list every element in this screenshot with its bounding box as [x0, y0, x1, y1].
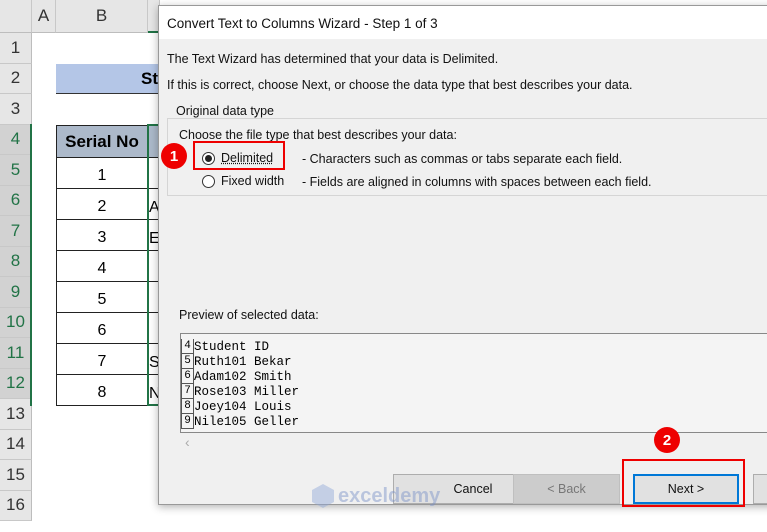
row-header-8[interactable]: 8	[0, 246, 32, 277]
step-badge-2: 2	[654, 427, 680, 453]
serial-cell[interactable]: 3	[56, 220, 148, 251]
preview-row-number: 5	[181, 354, 194, 369]
logo-icon	[312, 484, 334, 508]
row-header-15[interactable]: 15	[0, 460, 32, 491]
preview-row-text: Rose103 Miller	[194, 384, 300, 399]
preview-row: 5 Ruth101 Bekar	[181, 354, 767, 369]
preview-row: 9 Nile105 Geller	[181, 414, 767, 429]
preview-label: Preview of selected data:	[179, 308, 319, 322]
preview-row-number: 7	[181, 384, 194, 399]
row-header-9[interactable]: 9	[0, 277, 32, 308]
preview-row-number: 4	[181, 339, 194, 354]
serial-cell[interactable]: 6	[56, 313, 148, 344]
row-header-11[interactable]: 11	[0, 338, 32, 369]
intro-instruction: If this is correct, choose Next, or choo…	[167, 78, 633, 92]
preview-row: 7 Rose103 Miller	[181, 384, 767, 399]
highlight-next	[622, 459, 745, 507]
back-button[interactable]: < Back	[513, 474, 620, 504]
row-header-16[interactable]: 16	[0, 490, 32, 521]
preview-row-number: 8	[181, 399, 194, 414]
serial-no-header[interactable]: Serial No	[56, 125, 148, 158]
row-header-4[interactable]: 4	[0, 124, 32, 155]
serial-cell[interactable]: 8	[56, 375, 148, 406]
finish-button[interactable]	[753, 474, 767, 504]
row-header-12[interactable]: 12	[0, 368, 32, 399]
serial-cell[interactable]: 4	[56, 251, 148, 282]
row-header-7[interactable]: 7	[0, 216, 32, 247]
preview-row: 8 Joey104 Louis	[181, 399, 767, 414]
dialog-title: Convert Text to Columns Wizard - Step 1 …	[167, 16, 438, 31]
exceldemy-watermark: exceldemy	[312, 484, 440, 508]
serial-cell[interactable]: 2	[56, 189, 148, 220]
preview-row: 4 Student ID	[181, 339, 767, 354]
row-header-10[interactable]: 10	[0, 307, 32, 338]
highlight-delimited	[193, 141, 285, 170]
column-header-b[interactable]: B	[56, 0, 148, 33]
column-header-a[interactable]: A	[32, 0, 56, 33]
row-header-2[interactable]: 2	[0, 63, 32, 94]
table-title-cell[interactable]: St	[56, 64, 158, 94]
row-header-1[interactable]: 1	[0, 33, 32, 64]
preview-row-text: Ruth101 Bekar	[194, 354, 292, 369]
row-header-13[interactable]: 13	[0, 399, 32, 430]
row-header-3[interactable]: 3	[0, 94, 32, 125]
group-label: Original data type	[173, 104, 277, 118]
preview-box[interactable]: 4 Student ID 5 Ruth101 Bekar 6 Adam102 Smith 7…	[180, 333, 767, 433]
select-all-corner[interactable]	[0, 0, 32, 33]
radio-fixed-width[interactable]: Fixed width	[202, 174, 284, 188]
preview-row: 6 Adam102 Smith	[181, 369, 767, 384]
row-header-14[interactable]: 14	[0, 429, 32, 460]
preview-row-text: Joey104 Louis	[194, 399, 292, 414]
delimited-desc: - Characters such as commas or tabs sepa…	[302, 152, 623, 166]
preview-row-number: 9	[181, 414, 194, 429]
serial-cell[interactable]: 1	[56, 158, 148, 189]
radio-unchecked-icon[interactable]	[202, 174, 215, 188]
serial-cell[interactable]: 7	[56, 344, 148, 375]
row-header-6[interactable]: 6	[0, 185, 32, 216]
preview-row-text: Student ID	[194, 339, 270, 354]
preview-row-text: Nile105 Geller	[194, 414, 300, 429]
row-header-5[interactable]: 5	[0, 155, 32, 186]
step-badge-1: 1	[161, 143, 187, 169]
serial-cell[interactable]: 5	[56, 282, 148, 313]
intro-text: The Text Wizard has determined that your…	[167, 52, 499, 66]
preview-row-text: Adam102 Smith	[194, 369, 292, 384]
preview-row-number: 6	[181, 369, 194, 384]
fixed-width-label: Fixed width	[221, 174, 285, 188]
scroll-left-icon[interactable]: ‹	[185, 434, 190, 450]
fixed-width-desc: - Fields are aligned in columns with spa…	[302, 175, 652, 189]
choose-label: Choose the file type that best describes…	[179, 128, 457, 142]
dialog-title-bar: Convert Text to Columns Wizard - Step 1 …	[159, 6, 767, 39]
row-selection-indicator	[30, 124, 32, 406]
